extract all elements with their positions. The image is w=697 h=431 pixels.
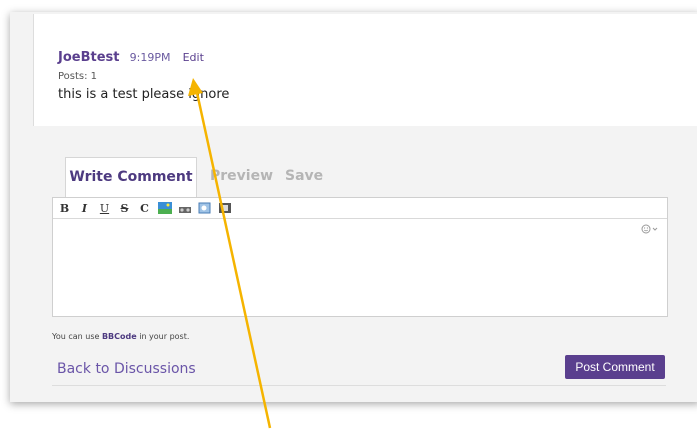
arrow-head — [188, 78, 203, 96]
arrow-line — [194, 87, 272, 429]
annotation-arrow — [188, 78, 272, 429]
